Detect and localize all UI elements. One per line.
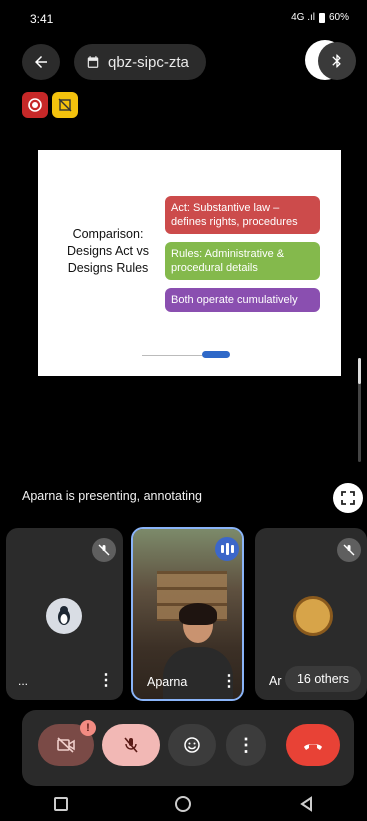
signal-icon: 4G .ıl xyxy=(291,12,315,23)
participant-tile-1[interactable]: ... ⋮ xyxy=(6,528,123,700)
home-button[interactable] xyxy=(175,795,192,812)
participant-name: ... xyxy=(18,674,29,688)
participant-name: Ar xyxy=(269,674,282,688)
meeting-code-chip[interactable]: qbz-sipc-zta xyxy=(74,44,206,80)
slide-card-act: Act: Substantive law – defines rights, p… xyxy=(165,196,320,234)
mic-off-icon xyxy=(98,544,110,556)
calendar-icon xyxy=(87,56,99,68)
camera-warning-badge: ! xyxy=(80,720,96,736)
slide-card-rules: Rules: Administrative & procedural detai… xyxy=(165,242,320,280)
slide-card-both: Both operate cumulatively xyxy=(165,288,320,312)
more-options-icon[interactable]: ⋮ xyxy=(221,671,237,691)
fullscreen-button[interactable] xyxy=(333,483,363,513)
mic-off-icon xyxy=(343,544,355,556)
record-icon xyxy=(28,98,42,112)
presenting-status: Aparna is presenting, annotating xyxy=(22,489,202,503)
fullscreen-icon xyxy=(341,491,355,505)
call-controls: ! ⋮ xyxy=(22,710,354,786)
end-call-button[interactable] xyxy=(286,724,340,766)
system-navigation-bar xyxy=(0,786,367,821)
slide-title: Comparison: Designs Act vs Designs Rules xyxy=(67,227,149,275)
notes-badge[interactable] xyxy=(52,92,78,118)
mic-off-icon xyxy=(124,737,138,753)
more-options-icon[interactable]: ⋮ xyxy=(98,670,114,690)
more-options-button[interactable]: ⋮ xyxy=(226,724,266,766)
status-bar: 3:41 4G .ıl 60% xyxy=(0,0,367,40)
others-count-label: 16 others xyxy=(296,672,350,686)
avatar xyxy=(293,596,333,636)
avatar xyxy=(46,598,82,634)
muted-indicator xyxy=(337,538,361,562)
slide-footer-pill xyxy=(202,351,230,358)
mic-toggle-button[interactable] xyxy=(102,724,160,766)
others-count-chip[interactable]: 16 others xyxy=(285,666,361,692)
participant-tile-3[interactable]: Ar 16 others xyxy=(255,528,367,700)
person-hair xyxy=(179,603,217,625)
arrow-left-icon xyxy=(35,56,47,68)
reactions-button[interactable] xyxy=(168,724,216,766)
emoji-icon xyxy=(184,737,200,753)
back-nav-icon[interactable] xyxy=(299,795,313,812)
camera-off-icon xyxy=(57,737,75,753)
back-button[interactable] xyxy=(22,44,60,80)
participant-tile-2[interactable]: Aparna ⋮ xyxy=(131,527,244,701)
bluetooth-icon xyxy=(332,54,341,68)
slide-footer-line xyxy=(142,355,202,356)
scroll-thumb xyxy=(358,358,361,384)
participant-name: Aparna xyxy=(147,675,188,689)
status-time: 3:41 xyxy=(30,12,54,26)
battery-icon xyxy=(318,12,325,23)
more-vert-icon: ⋮ xyxy=(237,734,255,755)
bluetooth-audio-button[interactable] xyxy=(318,42,356,80)
recents-button[interactable] xyxy=(53,796,68,811)
muted-indicator xyxy=(92,538,116,562)
penguin-avatar-icon xyxy=(58,606,70,625)
scroll-indicator[interactable] xyxy=(358,358,361,462)
presentation-slide: Comparison: Designs Act vs Designs Rules… xyxy=(38,150,341,376)
battery-level: 60% xyxy=(328,12,349,23)
speaking-indicator xyxy=(215,537,239,561)
status-icons: 4G .ıl 60% xyxy=(291,12,349,23)
document-off-icon xyxy=(58,98,72,112)
hang-up-icon xyxy=(304,744,322,750)
recording-badge[interactable] xyxy=(22,92,48,118)
meeting-code: qbz-sipc-zta xyxy=(108,53,189,71)
